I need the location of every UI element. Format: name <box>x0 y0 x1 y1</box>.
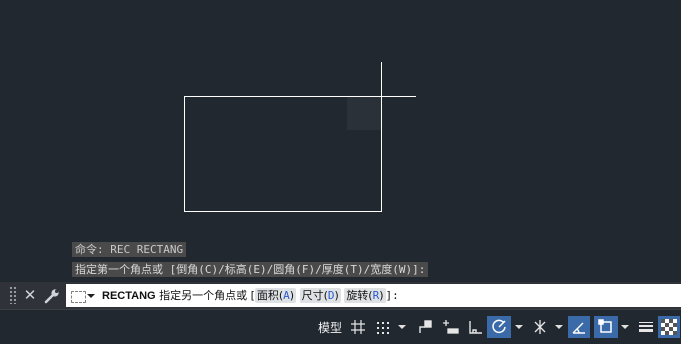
transparency-icon[interactable] <box>658 316 680 338</box>
command-prompt: RECTANG 指定另一个角点或 [面积(A) 尺寸(D) 旋转(R)]: <box>102 284 399 307</box>
drawing-canvas[interactable] <box>0 0 681 282</box>
chevron-down-icon[interactable] <box>398 325 406 329</box>
infer-constraints-icon[interactable] <box>414 316 436 338</box>
drawing-surface <box>184 62 416 212</box>
object-snap-tracking-icon[interactable] <box>568 316 590 338</box>
prompt-suffix: ]: <box>385 289 399 302</box>
dynamic-input-icon[interactable] <box>439 316 461 338</box>
grid-icon[interactable] <box>347 316 369 338</box>
option-dimensions[interactable]: 尺寸(D) <box>299 288 341 303</box>
chevron-down-icon <box>87 294 95 298</box>
customize-wrench-icon[interactable] <box>42 286 62 306</box>
command-history-line: 指定第一个角点或 [倒角(C)/标高(E)/圆角(F)/厚度(T)/宽度(W)]… <box>72 262 429 277</box>
snap-icon[interactable] <box>372 316 394 338</box>
status-bar: 模型 <box>0 309 681 344</box>
command-line-bar: ✕ RECTANG 指定另一个角点或 [面积(A) 尺寸(D) 旋转(R)]: <box>0 282 681 309</box>
drag-grip-icon[interactable] <box>9 286 17 304</box>
chevron-down-icon[interactable] <box>515 325 523 329</box>
model-space-button[interactable]: 模型 <box>316 316 344 338</box>
active-command: RECTANG <box>102 290 156 302</box>
option-rotation[interactable]: 旋转(R) <box>344 288 386 303</box>
polar-tracking-icon[interactable] <box>487 316 511 338</box>
close-icon[interactable]: ✕ <box>21 285 39 305</box>
command-input[interactable]: RECTANG 指定另一个角点或 [面积(A) 尺寸(D) 旋转(R)]: <box>66 284 681 307</box>
command-history-line: 命令: REC RECTANG <box>72 242 187 257</box>
chevron-down-icon[interactable] <box>555 325 563 329</box>
prompt-text: 指定另一个角点或 [ <box>155 289 255 302</box>
rectangle-command-icon <box>71 291 86 303</box>
isometric-icon[interactable] <box>529 316 551 338</box>
recent-commands-button[interactable] <box>70 288 96 304</box>
lineweight-icon[interactable] <box>635 316 657 338</box>
chevron-down-icon[interactable] <box>621 325 629 329</box>
object-snap-icon[interactable] <box>594 316 618 338</box>
crosshair-pickbox <box>347 96 381 130</box>
option-area[interactable]: 面积(A) <box>254 288 297 303</box>
ortho-icon[interactable] <box>464 316 486 338</box>
